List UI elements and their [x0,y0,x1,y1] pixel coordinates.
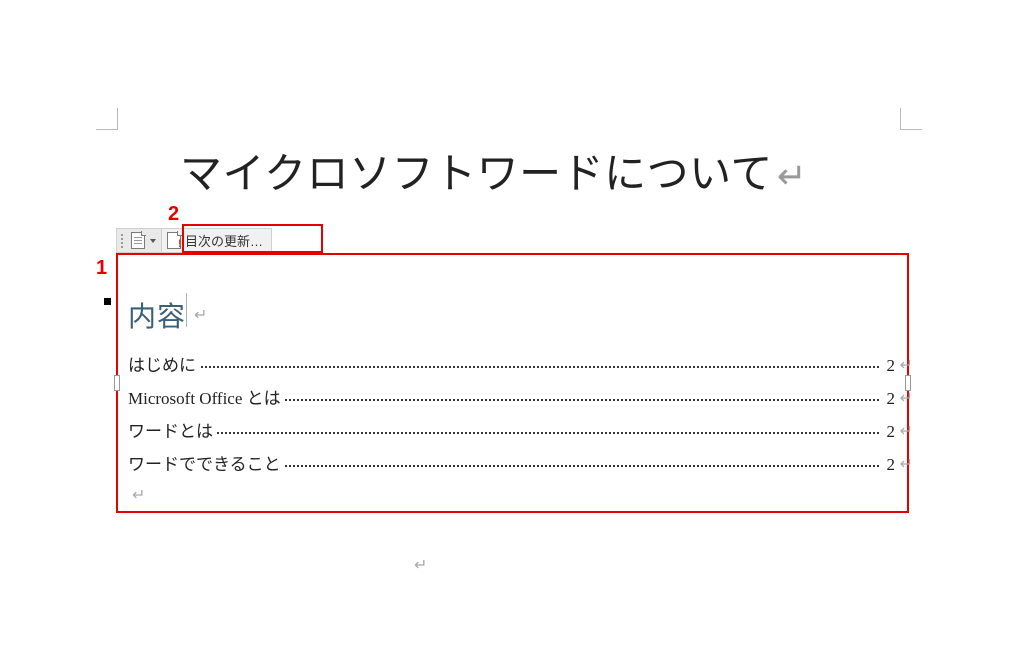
paragraph-mark-icon: ↵ [900,415,913,448]
paragraph-mark-icon: ↵ [132,485,145,505]
paragraph-mark-icon: ↵ [900,382,913,415]
toc-entry[interactable]: ワードでできること 2 ↵ [128,448,895,481]
toc-entry-page: 2 [881,448,896,481]
annotation-label-2: 2 [168,204,179,224]
toc-entry[interactable]: ワードとは 2 ↵ [128,415,895,448]
leader-dots [128,366,895,368]
toc-entry-title: ワードとは [128,415,217,448]
toc-entry-title: はじめに [128,349,200,382]
paragraph-mark-icon: ↵ [414,555,427,575]
toc-entry[interactable]: Microsoft Office とは 2 ↵ [128,382,895,415]
page-icon [131,232,145,249]
document-title[interactable]: マイクロソフトワードについて↵ [180,140,807,201]
paragraph-mark-icon: ↵ [900,448,913,481]
toc-heading[interactable]: 内容 [128,295,186,335]
toc-entry-title: ワードでできること [128,448,285,481]
toc-field[interactable]: 内容 ↵ はじめに 2 ↵ Microsoft Office とは 2 ↵ [116,253,909,513]
refresh-page-icon: ! [167,232,181,249]
crop-mark-tr [900,108,922,130]
leader-dots [128,432,895,434]
paragraph-mark-icon: ↵ [777,156,807,196]
update-toc-button[interactable]: ! 目次の更新… [162,228,272,253]
crop-mark-tl [96,108,118,130]
toolbar-grip-icon[interactable] [116,228,126,253]
toc-list: はじめに 2 ↵ Microsoft Office とは 2 ↵ ワードとは 2… [128,349,895,481]
toc-entry[interactable]: はじめに 2 ↵ [128,349,895,382]
paragraph-mark-icon: ↵ [194,305,207,325]
annotation-label-1: 1 [96,258,107,278]
toc-entry-page: 2 [881,415,896,448]
update-toc-label: 目次の更新… [185,231,263,250]
anchor-marker-icon [104,298,111,305]
chevron-down-icon [150,239,156,243]
text-caret [186,293,187,327]
toc-style-dropdown[interactable] [126,228,162,253]
document-title-text: マイクロソフトワードについて [180,152,773,198]
toc-toolbar: ! 目次の更新… [116,228,272,253]
toc-entry-page: 2 [881,382,896,415]
toc-entry-page: 2 [881,349,896,382]
toc-entry-title: Microsoft Office とは [128,382,285,415]
paragraph-mark-icon: ↵ [900,349,913,382]
